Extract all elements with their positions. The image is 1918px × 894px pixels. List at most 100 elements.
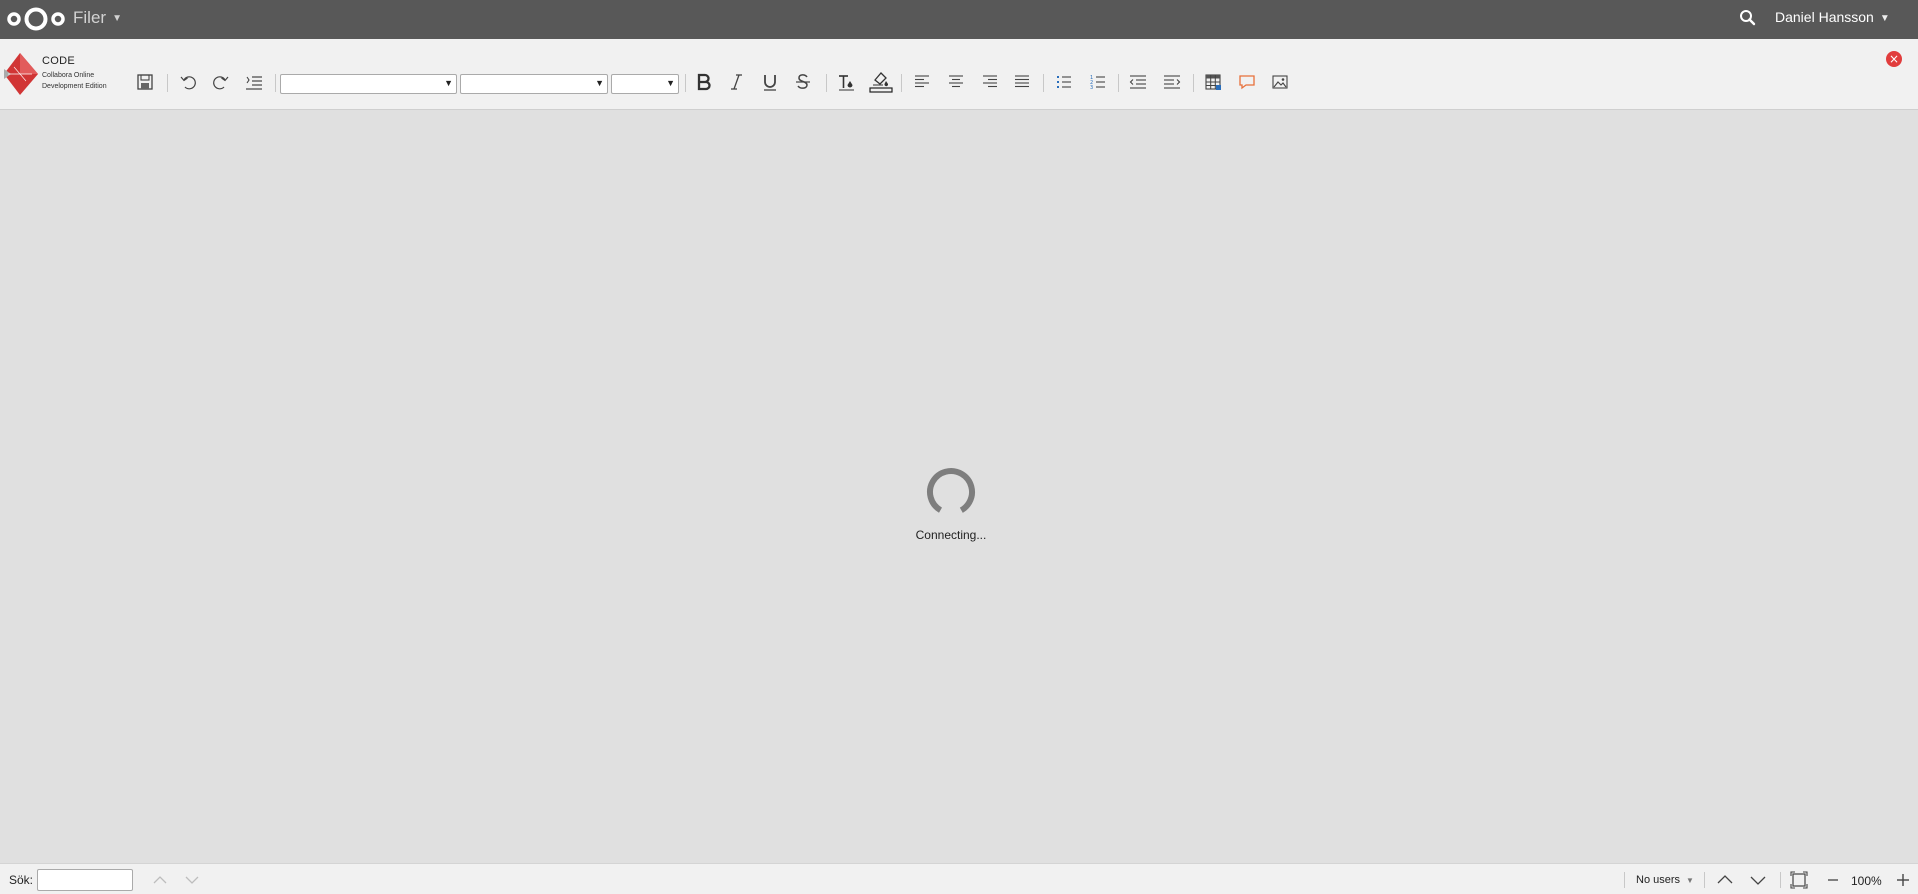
- toolbar-separator: [826, 74, 827, 92]
- justify-icon: [1015, 75, 1029, 88]
- document-search-input[interactable]: [37, 869, 133, 891]
- underline-button[interactable]: [758, 70, 782, 94]
- align-center-icon: [949, 75, 963, 88]
- insert-table-button[interactable]: [1201, 70, 1225, 94]
- align-right-icon: [983, 75, 997, 88]
- insert-image-button[interactable]: [1268, 70, 1292, 94]
- chevron-down-icon: ▼: [444, 78, 453, 88]
- increase-indent-icon: [1164, 75, 1181, 89]
- user-name: Daniel Hansson: [1775, 9, 1874, 25]
- fit-page-icon: [1790, 871, 1808, 889]
- toolbar-separator: [685, 74, 686, 92]
- fit-page-button[interactable]: [1789, 870, 1809, 890]
- nextcloud-logo-icon[interactable]: [7, 6, 65, 32]
- format-lines-button[interactable]: [242, 70, 266, 94]
- app-menu-button[interactable]: Filer ▼: [73, 8, 122, 28]
- undo-button[interactable]: [176, 70, 200, 94]
- chevron-down-icon: ▼: [666, 78, 675, 88]
- users-dropdown[interactable]: No users ▼: [1636, 874, 1694, 886]
- numbered-list-button[interactable]: 1 2 3: [1086, 70, 1110, 94]
- statusbar-separator: [1780, 872, 1781, 888]
- text-color-icon: [839, 75, 854, 91]
- chevron-down-icon: ▼: [1686, 876, 1694, 885]
- font-size-select[interactable]: ▼: [611, 74, 679, 94]
- underline-icon: [764, 75, 776, 91]
- bullet-list-icon: [1057, 76, 1071, 88]
- toolbar-separator: [1118, 74, 1119, 92]
- toolbar-separator: [901, 74, 902, 92]
- redo-icon: [213, 76, 229, 90]
- search-label: Sök:: [9, 873, 34, 887]
- statusbar-separator: [1624, 872, 1625, 888]
- top-header: Filer ▼ Daniel Hansson ▼: [0, 0, 1918, 39]
- collabora-logo-icon: [4, 53, 38, 95]
- bold-button[interactable]: [692, 70, 716, 94]
- toolbar-separator: [167, 74, 168, 92]
- zoom-level: 100%: [1851, 874, 1882, 888]
- chevron-up-icon: [153, 876, 167, 884]
- app-name: Filer: [73, 8, 107, 27]
- chevron-down-icon: [185, 876, 199, 884]
- comment-icon: [1239, 75, 1255, 90]
- chevron-up-icon: [1717, 875, 1733, 884]
- document-canvas[interactable]: Connecting...: [0, 110, 1918, 863]
- bold-icon: [697, 73, 711, 91]
- loading-status-text: Connecting...: [915, 528, 987, 542]
- close-icon: ×: [1888, 52, 1900, 66]
- decrease-indent-button[interactable]: [1126, 70, 1150, 94]
- statusbar-separator: [1704, 872, 1705, 888]
- save-icon: [137, 74, 153, 90]
- status-bar: Sök: No users ▼ 100%: [0, 863, 1918, 894]
- close-document-button[interactable]: ×: [1886, 51, 1902, 67]
- chevron-down-icon: [1750, 876, 1766, 885]
- save-button[interactable]: [133, 70, 157, 94]
- users-label: No users: [1636, 874, 1681, 886]
- table-icon: [1205, 74, 1221, 90]
- italic-button[interactable]: [725, 70, 749, 94]
- font-name-select[interactable]: ▼: [460, 74, 608, 94]
- user-menu-button[interactable]: Daniel Hansson ▼: [1775, 9, 1890, 25]
- loading-spinner-icon: [927, 468, 975, 516]
- chevron-down-icon: ▼: [1879, 12, 1890, 24]
- format-lines-icon: [246, 76, 262, 90]
- search-next-button[interactable]: [182, 870, 202, 890]
- italic-icon: [731, 74, 742, 90]
- strikethrough-button[interactable]: [791, 70, 815, 94]
- insert-comment-button[interactable]: [1235, 70, 1259, 94]
- highlight-color-button[interactable]: [869, 67, 893, 95]
- chevron-down-icon: ▼: [112, 13, 122, 25]
- brand-subtitle-line2: Development Edition: [42, 83, 107, 90]
- zoom-out-button[interactable]: [1823, 870, 1843, 890]
- chevron-down-icon: ▼: [595, 78, 604, 88]
- undo-icon: [180, 76, 196, 90]
- toolbar-separator: [275, 74, 276, 92]
- decrease-indent-icon: [1129, 75, 1146, 89]
- redo-button[interactable]: [209, 70, 233, 94]
- strikethrough-icon: [796, 74, 810, 89]
- align-center-button[interactable]: [944, 70, 968, 94]
- minus-icon: [1828, 879, 1838, 881]
- increase-indent-button[interactable]: [1160, 70, 1184, 94]
- align-left-button[interactable]: [910, 70, 934, 94]
- image-icon: [1272, 75, 1288, 89]
- editor-toolbar: CODE Collabora Online Development Editio…: [0, 39, 1918, 110]
- toolbar-separator: [1193, 74, 1194, 92]
- justify-button[interactable]: [1010, 70, 1034, 94]
- previous-page-button[interactable]: [1715, 870, 1735, 890]
- collabora-brand: CODE Collabora Online Development Editio…: [4, 53, 119, 97]
- brand-title: CODE: [42, 55, 75, 67]
- toolbar-separator: [1043, 74, 1044, 92]
- next-page-button[interactable]: [1748, 870, 1768, 890]
- zoom-in-button[interactable]: [1893, 870, 1913, 890]
- align-right-button[interactable]: [978, 70, 1002, 94]
- bullet-list-button[interactable]: [1052, 70, 1076, 94]
- text-color-button[interactable]: [834, 70, 858, 94]
- brand-subtitle: Collabora Online Development Edition: [42, 70, 107, 92]
- svg-text:3: 3: [1090, 85, 1093, 91]
- search-icon[interactable]: [1738, 8, 1758, 28]
- paragraph-style-select[interactable]: ▼: [280, 74, 457, 94]
- search-previous-button[interactable]: [150, 870, 170, 890]
- highlight-color-icon: [869, 72, 893, 93]
- plus-icon: [1897, 874, 1909, 886]
- brand-subtitle-line1: Collabora Online: [42, 72, 95, 79]
